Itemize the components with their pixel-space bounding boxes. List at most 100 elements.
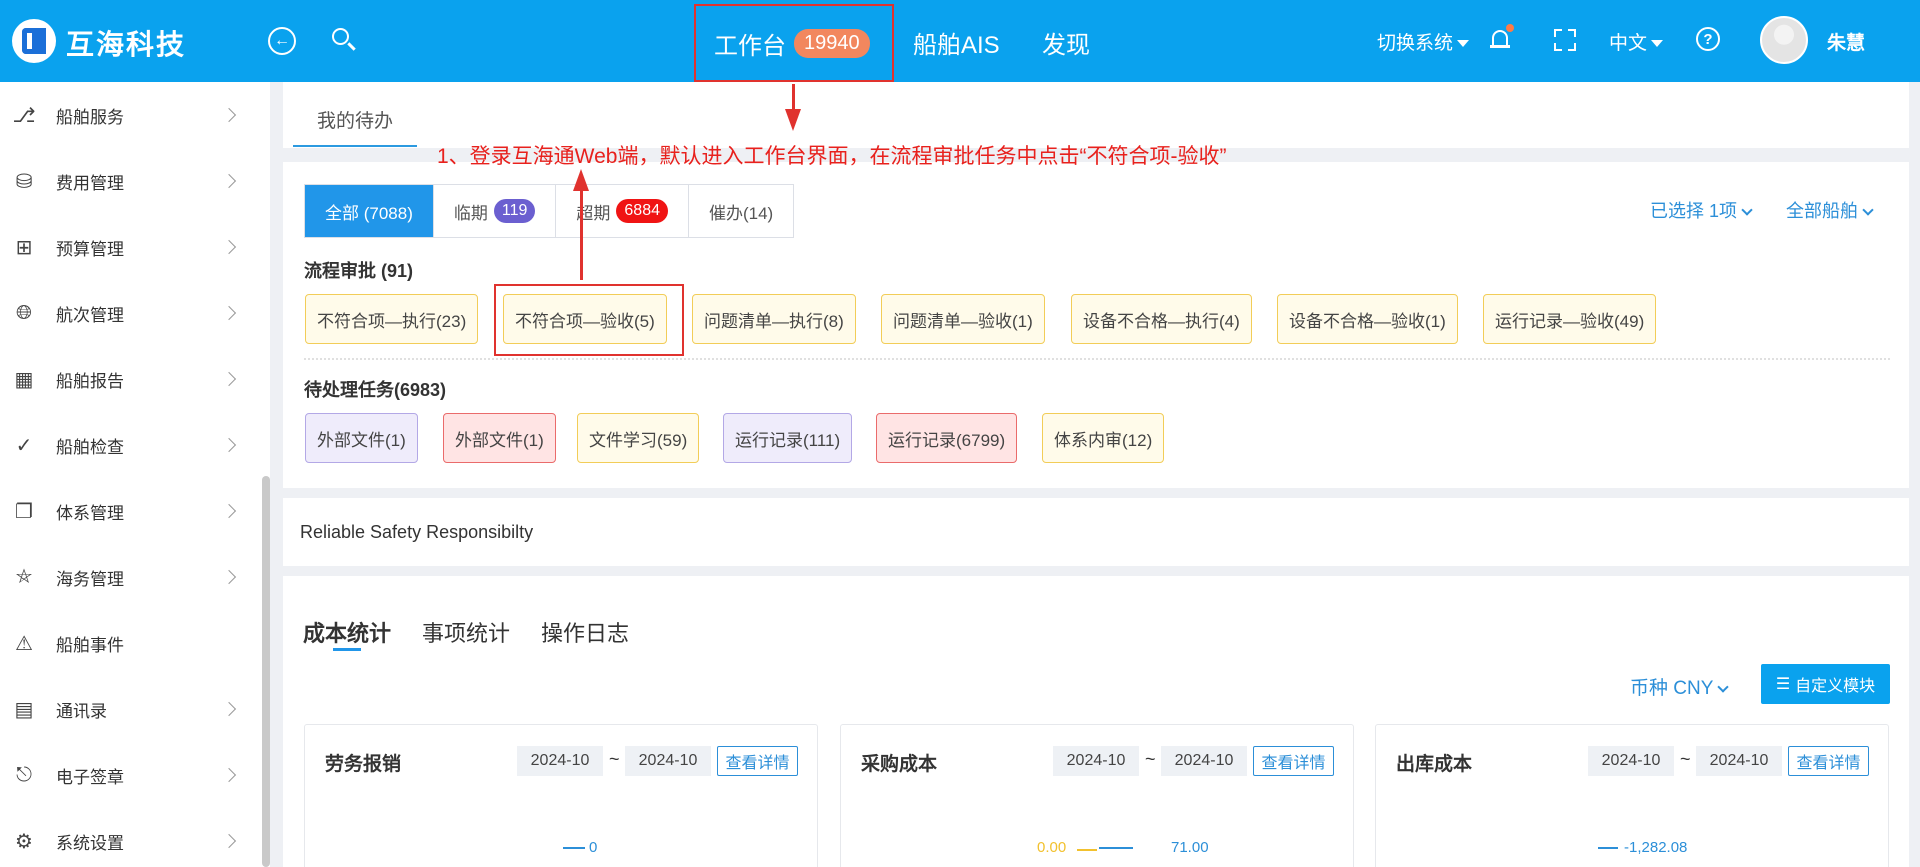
username[interactable]: 朱慧 <box>1827 28 1865 55</box>
sidebar-item-marine[interactable]: ⛤ 海务管理 <box>0 544 258 610</box>
date-from-input[interactable]: 2024-10 <box>1053 746 1139 776</box>
approval-chip[interactable]: 运行记录—验收(49) <box>1483 294 1657 344</box>
stat-card-purchase: 采购成本 2024-10 ~ 2024-10 查看详情 0.00 71.00 <box>840 724 1354 867</box>
documents-icon: ❐ <box>15 500 33 523</box>
chevron-right-icon <box>221 833 237 849</box>
all-ships-label: 全部船舶 <box>1786 201 1858 221</box>
view-detail-button[interactable]: 查看详情 <box>1253 746 1334 776</box>
all-ships-dropdown[interactable]: 全部船舶 <box>1786 197 1874 223</box>
chevron-right-icon <box>221 569 237 585</box>
date-from-input[interactable]: 2024-10 <box>517 746 603 776</box>
sidebar-item-e-seal[interactable]: ⎋ 电子签章 <box>0 742 258 808</box>
currency-label: 币种 CNY <box>1630 678 1714 699</box>
filter-urge[interactable]: 催办(14) <box>688 185 794 237</box>
sidebar-item-settings[interactable]: ⚙︎ 系统设置 <box>0 808 258 867</box>
over-count-badge: 6884 <box>616 199 668 223</box>
pending-section-title: 待处理任务(6983) <box>304 380 447 400</box>
avatar[interactable] <box>1760 16 1808 64</box>
custom-module-button[interactable]: ☰ 自定义模块 <box>1761 664 1890 704</box>
stat-card-title: 劳务报销 <box>325 754 402 775</box>
pending-chip[interactable]: 运行记录(111) <box>723 413 853 463</box>
chart-line <box>1077 849 1097 851</box>
bell-icon[interactable] <box>1490 24 1514 50</box>
globe-icon: 🌐︎ <box>16 301 32 324</box>
stat-card-title: 采购成本 <box>861 754 938 775</box>
date-to-input[interactable]: 2024-10 <box>1696 746 1782 776</box>
stat-card-title: 出库成本 <box>1396 754 1473 775</box>
nav-ais[interactable]: 船舶AIS <box>913 25 1000 60</box>
sliders-icon: ☰ <box>1775 676 1791 693</box>
approval-chip[interactable]: 设备不合格—执行(4) <box>1071 294 1252 344</box>
filter-overdue[interactable]: 超期 6884 <box>556 185 689 237</box>
approval-chip[interactable]: 问题清单—验收(1) <box>881 294 1045 344</box>
nav-discover[interactable]: 发现 <box>1042 25 1090 60</box>
workbench-count-badge: 19940 <box>794 28 870 58</box>
warning-icon: ⚠︎ <box>15 632 33 655</box>
stat-card-outbound: 出库成本 2024-10 ~ 2024-10 查看详情 -1,282.08 <box>1375 724 1889 867</box>
sidebar-item-label: 电子签章 <box>56 767 124 787</box>
date-from-input[interactable]: 2024-10 <box>1588 746 1674 776</box>
sidebar-item-ship-service[interactable]: ⎇ 船舶服务 <box>0 82 258 148</box>
sidebar-item-label: 通讯录 <box>56 701 107 721</box>
sidebar-item-inspection[interactable]: ✓ 船舶检查 <box>0 412 258 478</box>
language-dropdown[interactable]: 中文 <box>1609 28 1664 55</box>
tab-item-stats[interactable]: 事项统计 <box>422 616 510 648</box>
pending-chip[interactable]: 文件学习(59) <box>577 413 700 463</box>
chart-line <box>1598 847 1618 849</box>
near-count-badge: 119 <box>493 199 536 223</box>
sidebar-item-label: 预算管理 <box>56 239 124 259</box>
sidebar-item-system-mgmt[interactable]: ❐ 体系管理 <box>0 478 258 544</box>
chart-value-label: 0 <box>589 839 598 856</box>
caret-down-icon <box>1457 40 1470 48</box>
sidebar-item-contacts[interactable]: ▤ 通讯录 <box>0 676 258 742</box>
date-to-input[interactable]: 2024-10 <box>625 746 711 776</box>
caret-down-icon <box>1651 40 1664 48</box>
help-icon[interactable]: ? <box>1696 27 1720 51</box>
sidebar-item-label: 费用管理 <box>56 173 124 193</box>
annotation-arrow-head <box>573 169 589 191</box>
sidebar-item-report[interactable]: ▦ 船舶报告 <box>0 346 258 412</box>
pending-chip[interactable]: 外部文件(1) <box>305 413 418 463</box>
approval-section-title: 流程审批 (91) <box>304 261 414 281</box>
back-icon[interactable]: ← <box>268 27 296 55</box>
top-header: 互海科技 ← 工作台 19940 船舶AIS 发现 切换系统 中文 ? 朱慧 <box>0 0 1920 82</box>
sidebar-item-label: 航次管理 <box>56 305 124 325</box>
stamp-icon: ⎋ <box>16 763 32 786</box>
check-circle-icon: ✓ <box>15 434 33 457</box>
tab-operation-log[interactable]: 操作日志 <box>541 616 629 648</box>
sidebar-scrollbar[interactable] <box>262 476 270 867</box>
filter-near-due[interactable]: 临期 119 <box>433 185 557 237</box>
nav-workbench-label: 工作台 <box>714 32 786 60</box>
pending-chip[interactable]: 外部文件(1) <box>443 413 556 463</box>
range-separator: ~ <box>1145 749 1156 769</box>
tab-cost-stats[interactable]: 成本统计 <box>303 616 391 648</box>
tab-my-todo[interactable]: 我的待办 <box>293 106 418 147</box>
chevron-right-icon <box>221 305 237 321</box>
approval-chip[interactable]: 问题清单—执行(8) <box>692 294 856 344</box>
chevron-right-icon <box>221 767 237 783</box>
sidebar-item-budget[interactable]: ⊞ 预算管理 <box>0 214 258 280</box>
sidebar-item-voyage[interactable]: 🌐︎ 航次管理 <box>0 280 258 346</box>
pending-chip[interactable]: 运行记录(6799) <box>876 413 1018 463</box>
chevron-right-icon <box>221 437 237 453</box>
view-detail-button[interactable]: 查看详情 <box>1788 746 1869 776</box>
sidebar-item-label: 船舶事件 <box>56 635 124 655</box>
search-icon[interactable] <box>330 26 358 54</box>
chart-value-label: 0.00 <box>1037 839 1067 856</box>
sidebar-item-incident[interactable]: ⚠︎ 船舶事件 <box>0 610 258 676</box>
chart-line <box>1099 847 1133 849</box>
approval-chip[interactable]: 设备不合格—验收(1) <box>1277 294 1458 344</box>
switch-system-dropdown[interactable]: 切换系统 <box>1377 28 1470 55</box>
date-to-input[interactable]: 2024-10 <box>1161 746 1247 776</box>
fullscreen-icon[interactable] <box>1554 29 1576 51</box>
chart-line <box>563 847 585 849</box>
nav-workbench[interactable]: 工作台 19940 <box>694 4 894 82</box>
view-detail-button[interactable]: 查看详情 <box>717 746 798 776</box>
currency-dropdown[interactable]: 币种 CNY <box>1630 673 1730 700</box>
pending-chip[interactable]: 体系内审(12) <box>1042 413 1165 463</box>
selected-dropdown[interactable]: 已选择 1项 <box>1650 197 1753 223</box>
approval-chip[interactable]: 不符合项—执行(23) <box>305 294 479 344</box>
filter-all[interactable]: 全部 (7088) <box>305 185 434 237</box>
highlight-box <box>494 284 684 356</box>
sidebar-item-expense[interactable]: ⛁ 费用管理 <box>0 148 258 214</box>
